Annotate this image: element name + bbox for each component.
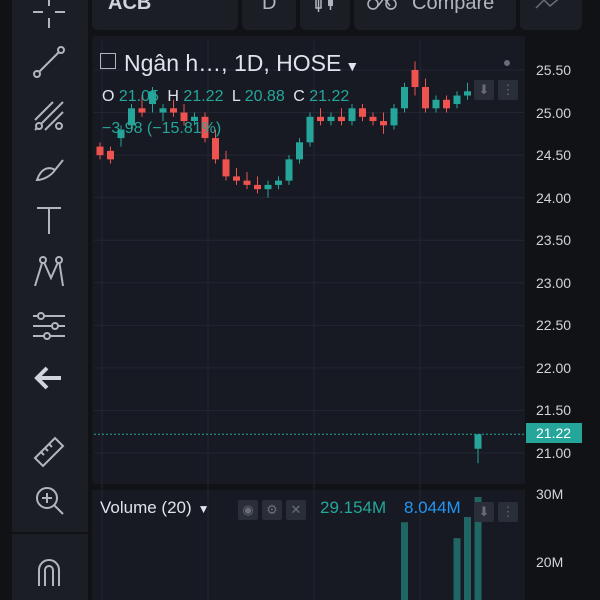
top-toolbar: ACB D Compare [0,0,600,34]
zoom-tool[interactable] [26,480,72,520]
chart-type-button[interactable] [300,0,350,30]
volume-label: Volume (20) [100,498,192,517]
ruler-icon [33,436,65,468]
price-tick: 25.00 [536,104,572,121]
trendline-icon [33,46,65,78]
volume-tick-30m: 30M [536,486,564,502]
fib-tool[interactable] [26,96,72,136]
price-tick: 25.50 [536,62,572,78]
crosshair-icon [33,0,65,28]
zoom-icon [36,487,64,515]
high-value: 21.22 [183,88,224,105]
price-tick: 24.50 [536,147,572,164]
drawing-toolbar [12,0,88,600]
text-tool[interactable] [26,200,72,240]
brush-tool[interactable] [26,148,72,188]
volume-settings-button[interactable]: ⚙ [262,500,282,520]
low-value: 20.88 [244,88,285,105]
symbol-button[interactable]: ACB [92,0,238,30]
legend-dropdown-icon[interactable]: ▼ [345,58,359,74]
fib-icon [34,101,64,131]
price-tick: 22.50 [536,317,572,334]
ruler-tool[interactable] [26,430,72,470]
legend-collapse-icon[interactable] [100,53,116,69]
pane-menu-dot[interactable] [504,60,510,66]
prediction-icon [33,312,65,340]
open-value: 21.05 [118,88,159,105]
price-tick: 22.00 [536,359,572,376]
interval-button[interactable]: D [242,0,296,30]
indicators-button[interactable] [520,0,582,30]
volume-more-button[interactable]: ⋮ [498,502,518,522]
volume-close-button[interactable]: ✕ [286,500,306,520]
magnet-tool[interactable] [26,552,72,592]
pattern-icon [34,256,64,287]
back-tool[interactable] [26,358,72,398]
sidebar-divider [12,532,88,534]
ohlc-values: O 21.05 H 21.22 L 20.88 C 21.22 [102,88,349,106]
open-label: O [102,88,115,105]
crosshair-tool[interactable] [26,0,72,32]
pattern-tool[interactable] [26,252,72,292]
text-icon [37,207,61,234]
brush-icon [35,159,64,182]
magnet-icon [38,559,60,586]
back-arrow-icon [34,366,61,390]
volume-dropdown-icon[interactable]: ▼ [198,502,210,516]
compare-icon [367,0,397,10]
legend-more-button[interactable]: ⋮ [498,80,518,100]
trendline-tool[interactable] [26,42,72,82]
symbol-legend[interactable]: Ngân h…, 1D, HOSE ▼ [100,50,359,77]
price-tick: 23.00 [536,274,572,291]
high-label: H [167,88,179,105]
change-value: −3.98 (−15.81%) [102,120,222,137]
compare-label: Compare [412,0,495,14]
price-tick: 21.00 [536,445,572,461]
close-label: C [293,88,305,105]
volume-ma-value: 8.044M [404,498,461,517]
indicators-icon [535,0,559,9]
legend-interval: , 1D, HOSE [221,50,342,76]
volume-value: 29.154M [320,498,387,517]
volume-eye-button[interactable]: ◉ [238,500,258,520]
candles-icon [315,0,333,12]
volume-tick-20m: 20M [536,554,564,570]
interval-label: D [262,0,277,14]
price-tick: 24.00 [536,189,572,206]
close-value: 21.22 [309,88,350,105]
symbol-label: ACB [108,0,152,14]
volume-legend[interactable]: Volume (20) ▼ [100,498,210,518]
price-tick: 23.50 [536,232,572,249]
legend-title: Ngân h… [124,50,222,76]
compare-button[interactable]: Compare [354,0,516,30]
legend-arrow-button[interactable]: ⬇ [474,80,494,100]
price-tick: 21.50 [536,402,572,419]
volume-arrow-button[interactable]: ⬇ [474,502,494,522]
low-label: L [231,88,241,105]
last-price-badge: 21.22 [526,423,582,443]
prediction-tool[interactable] [26,306,72,346]
